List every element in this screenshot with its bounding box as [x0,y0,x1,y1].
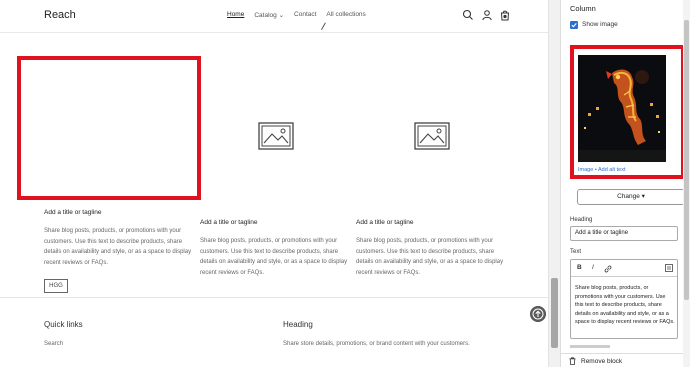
column-title: Add a title or tagline [356,219,414,226]
show-image-checkbox[interactable] [570,21,578,29]
image-thumbnail[interactable] [578,55,666,162]
rte-toolbar: B I [571,260,677,277]
image-placeholder-icon [414,122,450,150]
nav-item-contact[interactable]: Contact [294,11,316,19]
footer-link-search[interactable]: Search [44,341,63,347]
column-text: Share blog posts, products, or promotion… [44,228,192,266]
panel-scrollbar-thumb[interactable] [684,20,689,300]
scroll-to-top-icon[interactable] [530,306,546,322]
show-image-label: Show image [582,21,618,28]
source-code-icon[interactable] [665,264,673,272]
store-header: Reach Home Catalog ⌄ Contact All collect… [0,0,548,33]
preview-scrollbar[interactable] [548,0,560,367]
change-image-button[interactable]: Change ▾ [577,189,685,205]
text-editor-content: Share blog posts, products, or promotion… [575,285,675,325]
panel-scrollbar[interactable] [683,0,690,367]
bold-button[interactable]: B [577,264,582,271]
nav-item-all-collections[interactable]: All collections [326,11,365,19]
account-icon[interactable] [481,9,493,21]
change-button-label: Change [617,193,640,200]
italic-button[interactable]: I [592,264,594,271]
image-picker: Image • Add alt text [570,45,685,179]
heading-input[interactable]: Add a title or tagline [570,226,678,241]
remove-block-button[interactable]: Remove block [561,353,690,367]
footer-heading: Heading [283,320,313,329]
column-text: Share blog posts, products, or promotion… [200,238,348,276]
column-title: Add a title or tagline [44,209,102,216]
column-button[interactable]: HGG [44,279,68,293]
column-text: Share blog posts, products, or promotion… [356,238,504,276]
footer-text: Share store details, promotions, or bran… [283,341,470,347]
column-title: Add a title or tagline [200,219,258,226]
text-field-label: Text [570,249,582,255]
store-logo[interactable]: Reach [44,9,76,21]
panel-title: Column [570,4,596,13]
main-nav: Home Catalog ⌄ Contact All collections [227,11,366,19]
app-root: Reach Home Catalog ⌄ Contact All collect… [0,0,690,367]
text-editor[interactable]: B I Share blog posts, products, or promo… [570,259,678,339]
caret-down-icon: ▾ [641,193,645,200]
nav-item-catalog-label: Catalog [254,12,277,19]
nav-item-catalog[interactable]: Catalog ⌄ [254,11,284,19]
preview-scrollbar-thumb[interactable] [551,278,558,348]
chevron-down-icon: ⌄ [278,12,285,19]
column-settings-panel: Column Show image Image • Add alt text C… [560,0,690,367]
heading-field-label: Heading [570,217,593,223]
footer-quick-links-heading: Quick links [44,320,83,329]
cart-icon[interactable] [499,9,511,21]
storefront-preview: Reach Home Catalog ⌄ Contact All collect… [0,0,560,367]
trash-icon [569,357,576,365]
remove-block-label: Remove block [581,358,623,365]
image-placeholder-icon [258,122,294,150]
nav-item-home[interactable]: Home [227,11,244,19]
search-icon[interactable] [462,9,474,21]
cropped-field-label [570,345,610,348]
column-image-selected[interactable] [17,56,201,200]
image-alt-text-link[interactable]: Image • Add alt text [578,167,625,173]
link-icon[interactable] [604,265,612,273]
footer-divider [0,297,548,298]
